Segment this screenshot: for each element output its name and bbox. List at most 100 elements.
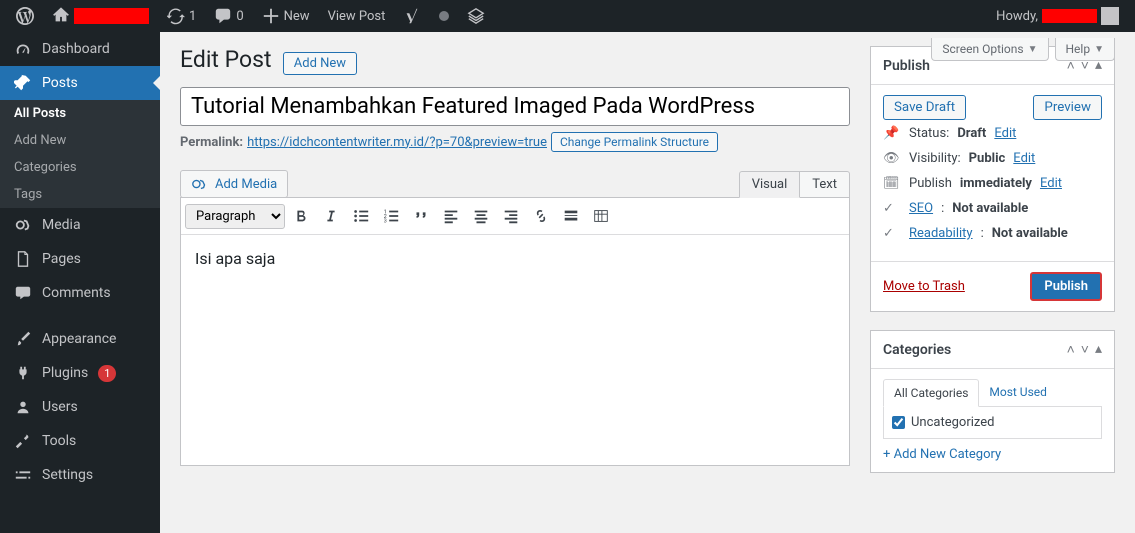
admin-bar: 1 0 New View Post Howdy, xyxy=(0,0,1135,32)
add-new-button[interactable]: Add New xyxy=(283,52,357,75)
user-menu[interactable]: Howdy, xyxy=(988,0,1127,32)
comment-icon xyxy=(214,7,232,25)
chevron-down-icon: ▼ xyxy=(1028,44,1038,55)
view-post-link[interactable]: View Post xyxy=(320,0,394,32)
align-center-button[interactable] xyxy=(467,202,495,230)
submenu-categories[interactable]: Categories xyxy=(0,154,160,181)
help-toggle[interactable]: Help▼ xyxy=(1055,38,1116,61)
dashboard-icon xyxy=(14,40,32,58)
yoast-icon[interactable] xyxy=(395,0,429,32)
main-content: Screen Options▼ Help▼ Edit Post Add New … xyxy=(160,32,1135,533)
sidebar-item-plugins[interactable]: Plugins 1 xyxy=(0,356,160,390)
preview-button[interactable]: Preview xyxy=(1033,95,1102,120)
sidebar-item-appearance[interactable]: Appearance xyxy=(0,322,160,356)
plus-icon xyxy=(262,7,280,25)
toolbar-toggle-button[interactable] xyxy=(587,202,615,230)
move-up-icon[interactable]: ˄ xyxy=(1067,341,1075,358)
page-icon xyxy=(14,250,32,268)
categories-box-title: Categories xyxy=(883,342,1067,358)
tab-visual[interactable]: Visual xyxy=(739,171,801,198)
ol-button[interactable]: 123 xyxy=(377,202,405,230)
svg-text:3: 3 xyxy=(384,218,387,224)
comments-count: 0 xyxy=(236,9,243,24)
media-icon xyxy=(14,216,32,234)
readability-status-icon[interactable] xyxy=(431,0,457,32)
updates-count: 1 xyxy=(189,9,196,24)
posts-submenu: All Posts Add New Categories Tags xyxy=(0,100,160,208)
bold-button[interactable] xyxy=(287,202,315,230)
add-new-category-link[interactable]: + Add New Category xyxy=(883,447,1001,462)
seo-link[interactable]: SEO xyxy=(909,201,933,216)
yoast-icon: ✓ xyxy=(883,226,901,241)
user-name-redacted xyxy=(1042,9,1097,23)
blockquote-button[interactable] xyxy=(407,202,435,230)
readability-link[interactable]: Readability xyxy=(909,226,973,241)
readmore-button[interactable] xyxy=(557,202,585,230)
publish-button[interactable]: Publish xyxy=(1030,272,1102,301)
sidebar-item-users[interactable]: Users xyxy=(0,390,160,424)
plugin-icon xyxy=(14,364,32,382)
italic-button[interactable] xyxy=(317,202,345,230)
site-name-redacted xyxy=(74,8,149,24)
sidebar-item-tools[interactable]: Tools xyxy=(0,424,160,458)
category-checkbox[interactable] xyxy=(892,416,905,429)
editor-body[interactable]: Isi apa saja xyxy=(181,235,849,465)
move-down-icon[interactable]: ˅ xyxy=(1081,341,1089,358)
categories-metabox: Categories ˄ ˅ ▴ All Categories Most Use… xyxy=(870,330,1115,473)
comment-icon xyxy=(14,284,32,302)
save-draft-button[interactable]: Save Draft xyxy=(883,95,966,120)
refresh-icon xyxy=(167,7,185,25)
media-icon xyxy=(191,175,209,193)
comments-link[interactable]: 0 xyxy=(206,0,251,32)
eye-icon: 👁 xyxy=(883,151,901,166)
yoast-icon: ✓ xyxy=(883,201,901,216)
chevron-down-icon: ▼ xyxy=(1094,44,1104,55)
sidebar-item-comments[interactable]: Comments xyxy=(0,276,160,310)
change-permalink-button[interactable]: Change Permalink Structure xyxy=(551,132,718,152)
ul-button[interactable] xyxy=(347,202,375,230)
permalink-label: Permalink: xyxy=(180,135,243,150)
tab-most-used[interactable]: Most Used xyxy=(979,379,1057,406)
updates-link[interactable]: 1 xyxy=(159,0,204,32)
avatar xyxy=(1101,7,1119,25)
edit-status-link[interactable]: Edit xyxy=(994,126,1016,141)
tab-all-categories[interactable]: All Categories xyxy=(883,379,979,407)
users-icon xyxy=(14,398,32,416)
sidebar-item-posts[interactable]: Posts xyxy=(0,66,160,100)
tab-text[interactable]: Text xyxy=(800,171,850,198)
admin-menu: Dashboard Posts All Posts Add New Catego… xyxy=(0,32,160,533)
category-item[interactable]: Uncategorized xyxy=(892,415,1093,430)
pin-icon: 📌 xyxy=(883,126,901,141)
move-to-trash-link[interactable]: Move to Trash xyxy=(883,279,965,294)
tools-icon xyxy=(14,432,32,450)
edit-visibility-link[interactable]: Edit xyxy=(1013,151,1035,166)
align-right-button[interactable] xyxy=(497,202,525,230)
submenu-all-posts[interactable]: All Posts xyxy=(0,100,160,127)
add-media-button[interactable]: Add Media xyxy=(180,170,288,198)
edit-date-link[interactable]: Edit xyxy=(1040,176,1062,191)
new-content-link[interactable]: New xyxy=(254,0,318,32)
screen-options-toggle[interactable]: Screen Options▼ xyxy=(931,38,1048,61)
align-left-button[interactable] xyxy=(437,202,465,230)
toggle-panel-icon[interactable]: ▴ xyxy=(1095,341,1102,358)
submenu-tags[interactable]: Tags xyxy=(0,181,160,208)
plugin-icon[interactable] xyxy=(459,0,493,32)
sidebar-item-media[interactable]: Media xyxy=(0,208,160,242)
wordpress-logo-icon[interactable] xyxy=(8,0,42,32)
plugins-update-badge: 1 xyxy=(98,365,116,382)
calendar-icon: 🗓 xyxy=(883,176,901,191)
page-title: Edit Post xyxy=(180,46,272,73)
sidebar-item-settings[interactable]: Settings xyxy=(0,458,160,492)
sidebar-item-pages[interactable]: Pages xyxy=(0,242,160,276)
site-home-icon[interactable] xyxy=(44,0,157,32)
editor-toolbar: Paragraph 123 xyxy=(181,198,849,235)
permalink-url[interactable]: https://idchcontentwriter.my.id/?p=70&pr… xyxy=(247,135,547,150)
settings-icon xyxy=(14,466,32,484)
sidebar-item-dashboard[interactable]: Dashboard xyxy=(0,32,160,66)
brush-icon xyxy=(14,330,32,348)
link-button[interactable] xyxy=(527,202,555,230)
format-select[interactable]: Paragraph xyxy=(185,204,285,229)
post-title-input[interactable] xyxy=(180,87,850,126)
pin-icon xyxy=(14,74,32,92)
submenu-add-new[interactable]: Add New xyxy=(0,127,160,154)
